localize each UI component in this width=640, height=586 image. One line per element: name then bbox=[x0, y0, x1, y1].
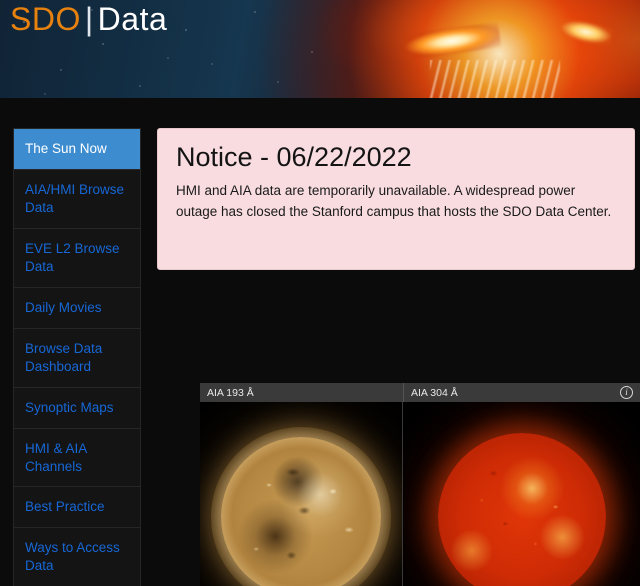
viewer-images-row bbox=[200, 402, 640, 586]
notice-title: Notice - 06/22/2022 bbox=[176, 142, 412, 172]
notice-body: HMI and AIA data are temporarily unavail… bbox=[176, 182, 612, 219]
sun-304-texture bbox=[437, 432, 606, 586]
sidebar-item-aia-hmi-browse-data[interactable]: AIA/HMI Browse Data bbox=[14, 169, 140, 229]
site-banner: SDO | Data bbox=[0, 0, 640, 98]
sidebar-item-ways-to-access-data[interactable]: Ways to Access Data bbox=[14, 528, 140, 586]
solar-flare-decoration bbox=[402, 21, 502, 61]
solar-flare-secondary-decoration bbox=[558, 16, 614, 48]
viewer-header-bar: AIA 193 Å AIA 304 Å i bbox=[200, 383, 640, 402]
sidebar-item-synoptic-maps[interactable]: Synoptic Maps bbox=[14, 387, 140, 429]
page-body: The Sun Now AIA/HMI Browse Data EVE L2 B… bbox=[0, 98, 640, 586]
solar-image-aia-193[interactable] bbox=[200, 402, 403, 586]
panel-title-aia-193: AIA 193 Å bbox=[207, 386, 254, 399]
logo-sdo-text: SDO bbox=[10, 1, 81, 37]
logo-separator: | bbox=[84, 1, 94, 37]
panel-title-aia-304: AIA 304 Å bbox=[411, 386, 458, 399]
sidebar-nav: The Sun Now AIA/HMI Browse Data EVE L2 B… bbox=[13, 128, 141, 586]
panel-title-cell-aia-304: AIA 304 Å i bbox=[403, 383, 640, 402]
sidebar-item-hmi-aia-channels[interactable]: HMI & AIA Channels bbox=[14, 428, 140, 488]
sun-disk-193-graphic bbox=[211, 426, 391, 586]
sidebar-item-eve-l2-browse-data[interactable]: EVE L2 Browse Data bbox=[14, 228, 140, 288]
logo-data-text: Data bbox=[97, 1, 168, 37]
sun-disk-304-graphic bbox=[437, 432, 606, 586]
info-icon[interactable]: i bbox=[620, 386, 633, 399]
sidebar-item-the-sun-now[interactable]: The Sun Now bbox=[14, 129, 140, 170]
site-logo[interactable]: SDO | Data bbox=[10, 3, 167, 35]
sidebar-item-best-practice[interactable]: Best Practice bbox=[14, 487, 140, 529]
solar-image-aia-304[interactable] bbox=[403, 402, 640, 586]
solar-streaks-decoration bbox=[430, 60, 560, 98]
notice-banner: Notice - 06/22/2022 HMI and AIA data are… bbox=[157, 128, 635, 270]
sidebar-item-browse-data-dashboard[interactable]: Browse Data Dashboard bbox=[14, 328, 140, 388]
sidebar-item-daily-movies[interactable]: Daily Movies bbox=[14, 287, 140, 329]
sun-193-texture bbox=[221, 436, 381, 586]
sun-now-viewer: AIA 193 Å AIA 304 Å i Data Links bbox=[200, 383, 640, 586]
